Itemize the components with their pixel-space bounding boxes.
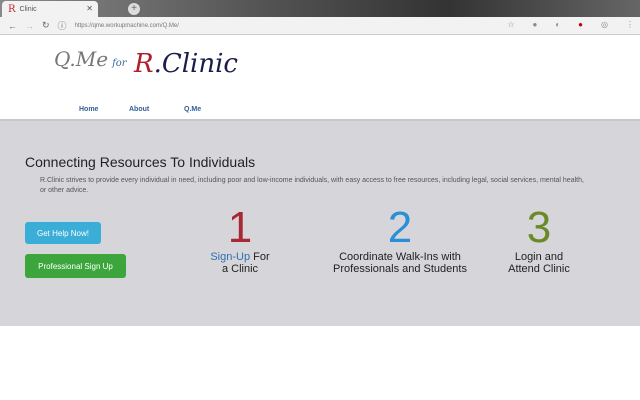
step-1: 1 Sign-Up For a Clinic	[200, 203, 280, 276]
step-number: 2	[387, 203, 413, 252]
professional-signup-button[interactable]: Professional Sign Up	[25, 254, 126, 278]
info-icon: ⓘ	[57, 21, 67, 31]
tab-title: Clinic	[19, 5, 37, 13]
back-icon[interactable]: ←	[8, 21, 17, 31]
logo-r: R	[134, 49, 154, 79]
extension-icon[interactable]: ●	[532, 20, 537, 29]
menu-icon[interactable]: ⋮	[626, 20, 634, 29]
logo-qme: Q.Me	[54, 47, 109, 71]
get-help-button[interactable]: Get Help Now!	[25, 222, 101, 244]
tab-strip: R Clinic ✕ +	[0, 0, 640, 17]
browser-toolbar: ← → ↻ ⓘ https://qme.workupmachine.com/Q.…	[0, 17, 640, 35]
bookmark-star-icon[interactable]: ☆	[507, 20, 514, 29]
favicon-icon: R	[8, 3, 16, 15]
step-number: 1	[227, 203, 253, 252]
hero-title: Connecting Resources To Individuals	[25, 154, 256, 170]
step-2: 2 Coordinate Walk-Ins with Professionals …	[320, 203, 480, 276]
nav-qme[interactable]: Q.Me	[184, 106, 201, 113]
close-tab-icon[interactable]: ✕	[86, 4, 93, 13]
step-number: 3	[526, 203, 552, 252]
logo-rclinic: R.Clinic	[134, 49, 238, 79]
step-text: a Clinic	[221, 263, 259, 275]
hero-section: Connecting Resources To Individuals R.Cl…	[0, 119, 640, 326]
signup-link[interactable]: Sign-Up	[210, 251, 250, 263]
new-tab-button[interactable]: +	[128, 3, 140, 15]
logo-clinic: .Clinic	[153, 49, 238, 79]
site-logo[interactable]: Q.Me for R.Clinic	[54, 47, 238, 79]
step-text: Login and	[514, 251, 564, 263]
step-3: 3 Login and Attend Clinic	[499, 203, 579, 276]
step-text: For	[250, 251, 270, 263]
nav-home[interactable]: Home	[79, 106, 129, 113]
address-bar[interactable]: https://qme.workupmachine.com/Q.Me/	[75, 23, 179, 29]
step-text: Attend Clinic	[508, 263, 570, 275]
extension-icon[interactable]: ◐	[555, 20, 560, 29]
hero-description: R.Clinic strives to provide every indivi…	[40, 177, 584, 194]
extension-icon[interactable]: ●	[578, 20, 583, 29]
forward-icon[interactable]: →	[25, 21, 34, 31]
step-text: Coordinate Walk-Ins with	[339, 251, 461, 263]
browser-tab[interactable]: R Clinic ✕	[2, 1, 98, 17]
reload-icon[interactable]: ↻	[42, 20, 50, 31]
logo-for: for	[112, 58, 127, 69]
main-nav: Home About Q.Me	[79, 106, 201, 113]
nav-about[interactable]: About	[129, 106, 184, 113]
step-text: Professionals and Students	[333, 263, 467, 275]
extension-icon[interactable]: ◎	[601, 20, 608, 29]
